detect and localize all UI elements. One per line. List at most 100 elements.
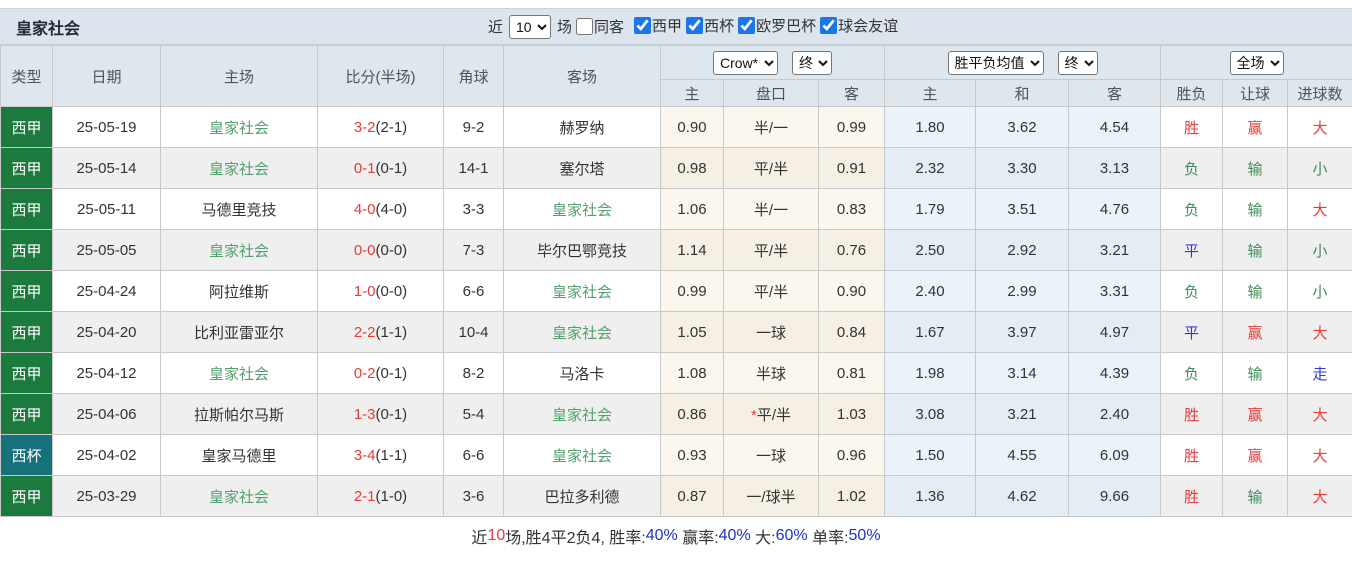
league-cell: 西甲 xyxy=(1,271,53,312)
col-handicap: 让球 xyxy=(1223,80,1288,107)
league-checkbox[interactable] xyxy=(820,17,837,34)
recent-label: 近 xyxy=(488,16,503,37)
goals-result-cell: 大 xyxy=(1288,435,1352,476)
eu-away-odds-cell: 3.21 xyxy=(1069,230,1161,271)
score-cell: 3-4(1-1) xyxy=(318,435,444,476)
eu-draw-odds-cell: 4.55 xyxy=(976,435,1069,476)
goals-result-cell: 小 xyxy=(1288,271,1352,312)
eu-home-odds-cell: 1.79 xyxy=(885,189,976,230)
result-group: 全场 xyxy=(1161,46,1352,80)
col-eu-away: 客 xyxy=(1069,80,1161,107)
score-cell: 0-1(0-1) xyxy=(318,148,444,189)
home-team-cell: 皇家社会 xyxy=(161,148,318,189)
result-cell: 平 xyxy=(1161,230,1223,271)
corner-cell: 3-6 xyxy=(444,476,504,517)
date-cell: 25-05-19 xyxy=(53,107,161,148)
table-row: 西甲25-05-19皇家社会3-2(2-1)9-2赫罗纳0.90半/一0.991… xyxy=(1,107,1352,148)
match-history-table: 类型 日期 主场 比分(半场) 角球 客场 Crow* 终 胜 xyxy=(0,45,1352,517)
eu-draw-odds-cell: 3.21 xyxy=(976,394,1069,435)
same-venue-label: 同客 xyxy=(594,16,624,37)
eu-draw-odds-cell: 3.14 xyxy=(976,353,1069,394)
score-cell: 1-3(0-1) xyxy=(318,394,444,435)
corner-cell: 7-3 xyxy=(444,230,504,271)
away-team-cell: 赫罗纳 xyxy=(504,107,661,148)
score-cell: 0-0(0-0) xyxy=(318,230,444,271)
same-venue-filter: 同客 xyxy=(572,16,624,37)
away-team-cell: 巴拉多利德 xyxy=(504,476,661,517)
goals-result-cell: 大 xyxy=(1288,189,1352,230)
table-row: 西甲25-04-24阿拉维斯1-0(0-0)6-6皇家社会0.99平/半0.90… xyxy=(1,271,1352,312)
eu-home-odds-cell: 1.98 xyxy=(885,353,976,394)
goals-result-cell: 小 xyxy=(1288,230,1352,271)
col-score: 比分(半场) xyxy=(318,46,444,107)
league-cell: 西甲 xyxy=(1,107,53,148)
date-cell: 25-04-20 xyxy=(53,312,161,353)
ah-home-odds-cell: 1.14 xyxy=(661,230,724,271)
col-away: 客场 xyxy=(504,46,661,107)
home-team-cell: 阿拉维斯 xyxy=(161,271,318,312)
ah-line-cell: 平/半 xyxy=(724,148,819,189)
league-cell: 西杯 xyxy=(1,435,53,476)
ah-away-odds-cell: 1.02 xyxy=(819,476,885,517)
ah-line-cell: *平/半 xyxy=(724,394,819,435)
league-filter: 欧罗巴杯 xyxy=(734,15,816,36)
eu-home-odds-cell: 2.40 xyxy=(885,271,976,312)
summary-footer: 近10场,胜4平2负4, 胜率:40% 赢率:40% 大:60% 单率:50% xyxy=(0,517,1352,555)
date-cell: 25-04-12 xyxy=(53,353,161,394)
away-team-cell: 毕尔巴鄂竞技 xyxy=(504,230,661,271)
odds-time-select[interactable]: 终 xyxy=(1058,51,1098,75)
league-label: 欧罗巴杯 xyxy=(756,15,816,36)
score-cell: 2-2(1-1) xyxy=(318,312,444,353)
handicap-result-cell: 输 xyxy=(1223,148,1288,189)
summary-part: 大: xyxy=(751,524,776,548)
league-checkbox[interactable] xyxy=(634,17,651,34)
eu-draw-odds-cell: 2.92 xyxy=(976,230,1069,271)
home-team-cell: 皇家社会 xyxy=(161,230,318,271)
league-checkbox[interactable] xyxy=(686,17,703,34)
goals-result-cell: 走 xyxy=(1288,353,1352,394)
bookmaker-time-select[interactable]: 终 xyxy=(792,51,832,75)
summary-part: 60% xyxy=(776,527,808,545)
home-team-cell: 比利亚雷亚尔 xyxy=(161,312,318,353)
league-filter: 西甲 xyxy=(630,15,682,36)
panel-header: 皇家社会 近 10 场 同客 西甲西杯欧罗巴杯球会友谊 xyxy=(0,8,1352,45)
result-cell: 胜 xyxy=(1161,107,1223,148)
goals-result-cell: 大 xyxy=(1288,107,1352,148)
handicap-result-cell: 输 xyxy=(1223,353,1288,394)
corner-cell: 3-3 xyxy=(444,189,504,230)
bookmaker-select[interactable]: Crow* xyxy=(713,51,778,75)
corner-cell: 10-4 xyxy=(444,312,504,353)
score-cell: 4-0(4-0) xyxy=(318,189,444,230)
scope-select[interactable]: 全场 xyxy=(1230,51,1284,75)
col-eu-draw: 和 xyxy=(976,80,1069,107)
ah-line-cell: 平/半 xyxy=(724,271,819,312)
ah-away-odds-cell: 0.99 xyxy=(819,107,885,148)
handicap-result-cell: 输 xyxy=(1223,189,1288,230)
odds-mode-select[interactable]: 胜平负均值 xyxy=(948,51,1044,75)
col-ah-away: 客 xyxy=(819,80,885,107)
col-ah-line: 盘口 xyxy=(724,80,819,107)
date-cell: 25-05-14 xyxy=(53,148,161,189)
eu-home-odds-cell: 1.50 xyxy=(885,435,976,476)
table-row: 西甲25-05-14皇家社会0-1(0-1)14-1塞尔塔0.98平/半0.91… xyxy=(1,148,1352,189)
goals-result-cell: 大 xyxy=(1288,476,1352,517)
eu-home-odds-cell: 2.50 xyxy=(885,230,976,271)
ah-line-cell: 一/球半 xyxy=(724,476,819,517)
table-row: 西甲25-04-06拉斯帕尔马斯1-3(0-1)5-4皇家社会0.86*平/半1… xyxy=(1,394,1352,435)
score-cell: 2-1(1-0) xyxy=(318,476,444,517)
result-cell: 平 xyxy=(1161,312,1223,353)
away-team-cell: 皇家社会 xyxy=(504,189,661,230)
recent-count-select[interactable]: 10 xyxy=(509,15,551,39)
league-checkbox[interactable] xyxy=(738,17,755,34)
same-venue-checkbox[interactable] xyxy=(576,18,593,35)
away-team-cell: 皇家社会 xyxy=(504,394,661,435)
eu-away-odds-cell: 3.31 xyxy=(1069,271,1161,312)
summary-part: 场,胜4平2负4, 胜率: xyxy=(505,524,645,548)
result-cell: 胜 xyxy=(1161,476,1223,517)
ah-away-odds-cell: 0.81 xyxy=(819,353,885,394)
col-goals: 进球数 xyxy=(1288,80,1352,107)
eu-draw-odds-cell: 3.30 xyxy=(976,148,1069,189)
eu-draw-odds-cell: 3.62 xyxy=(976,107,1069,148)
ah-home-odds-cell: 1.08 xyxy=(661,353,724,394)
league-filter: 球会友谊 xyxy=(816,15,898,36)
